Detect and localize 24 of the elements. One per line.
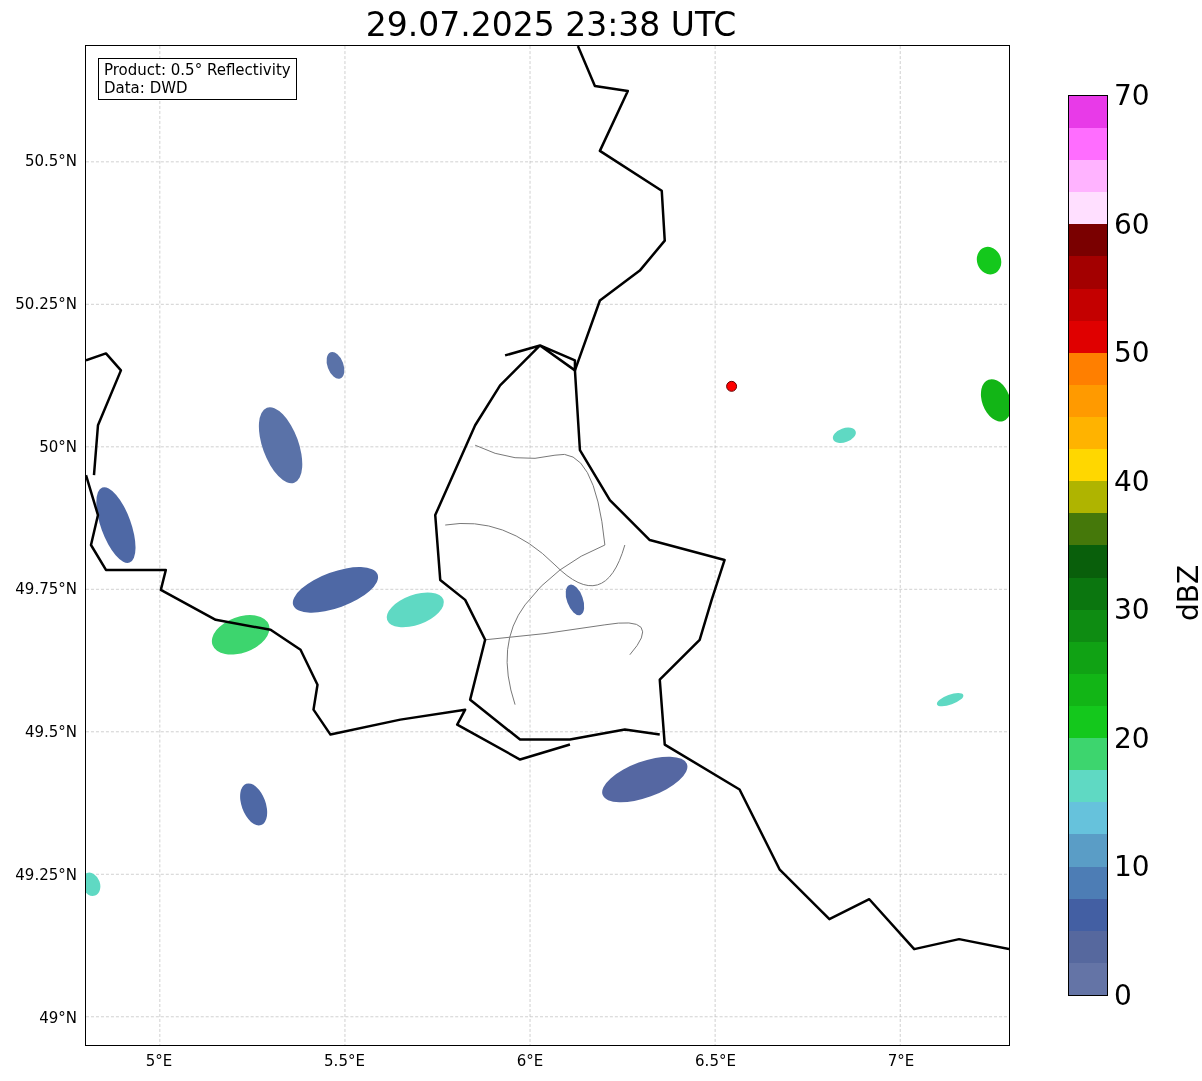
latitude-label: 50°N <box>39 437 77 456</box>
latitude-label: 50.25°N <box>15 294 77 313</box>
longitude-label: 7°E <box>887 1052 915 1070</box>
latitude-label: 49.5°N <box>24 723 77 742</box>
longitude-label: 5.5°E <box>324 1052 365 1070</box>
colorbar-tick-label: 70 <box>1114 78 1150 112</box>
latitude-label: 49.75°N <box>15 580 77 599</box>
legend-text: Product: 0.5° Reflectivity <box>104 61 291 79</box>
colorbar-tick-label: 10 <box>1114 849 1150 883</box>
colorbar-label: dBZ <box>1171 564 1202 622</box>
latitude-label: 50.5°N <box>24 152 77 170</box>
colorbar-tick-label: 30 <box>1114 592 1150 626</box>
latitude-label: 49°N <box>39 1008 77 1027</box>
colorbar-tick-label: 60 <box>1114 207 1150 241</box>
colorbar-tick-label: 40 <box>1114 464 1150 498</box>
colorbar-tick-label: 50 <box>1114 335 1150 369</box>
longitude-label: 5°E <box>145 1052 173 1070</box>
colorbar-tick-label: 0 <box>1114 978 1132 1012</box>
legend-text: Data: DWD <box>104 79 189 97</box>
longitude-label: 6°E <box>516 1052 544 1070</box>
longitude-label: 6.5°E <box>695 1052 736 1070</box>
colorbar-tick-label: 20 <box>1114 721 1150 755</box>
chart-title: 29.07.2025 23:38 UTC <box>365 5 737 45</box>
latitude-label: 49.25°N <box>15 866 77 884</box>
